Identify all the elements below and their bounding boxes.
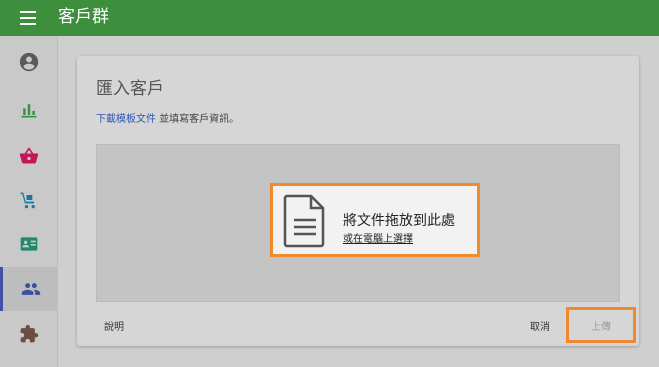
instruction-text: 並填寫客戶資訊。 — [156, 114, 240, 125]
drop-target[interactable]: 將文件拖放到此處 或在電腦上選擇 — [270, 183, 480, 257]
import-instruction: 下載模板文件 並填寫客戶資訊。 — [96, 110, 239, 125]
contact-card-icon — [20, 237, 38, 251]
upload-button[interactable]: 上傳 — [566, 307, 636, 343]
hand-truck-icon — [20, 192, 35, 209]
cancel-button[interactable]: 取消 — [530, 318, 550, 333]
basket-icon — [19, 147, 39, 164]
sidebar-item-delivery[interactable] — [0, 178, 58, 222]
choose-file-link[interactable]: 或在電腦上選擇 — [343, 230, 413, 245]
sidebar-item-customers[interactable] — [0, 267, 58, 311]
import-customers-dialog: 匯入客戶 下載模板文件 並填寫客戶資訊。 將文件拖放到此處 或在電腦上選擇 說明… — [77, 56, 639, 346]
file-dropzone[interactable]: 將文件拖放到此處 或在電腦上選擇 — [96, 144, 620, 302]
drop-files-text: 將文件拖放到此處 — [343, 213, 455, 229]
puzzle-icon — [20, 324, 39, 343]
bar-chart-icon — [21, 104, 37, 118]
sidebar-item-extensions[interactable] — [0, 312, 58, 356]
sidebar-item-account[interactable] — [0, 40, 58, 84]
top-app-bar: 客戶群 — [0, 0, 659, 36]
page-title: 客戶群 — [58, 7, 109, 27]
download-template-link[interactable]: 下載模板文件 — [96, 114, 156, 125]
document-icon — [283, 194, 325, 248]
menu-icon[interactable] — [20, 11, 36, 25]
people-icon — [21, 283, 40, 295]
dialog-title: 匯入客戶 — [96, 79, 164, 99]
sidebar-item-reports[interactable] — [0, 88, 58, 132]
account-circle-icon — [19, 52, 39, 72]
help-button[interactable]: 說明 — [104, 318, 124, 333]
sidebar-item-shop[interactable] — [0, 134, 58, 178]
sidebar-item-contact-card[interactable] — [0, 222, 58, 266]
sidebar — [0, 36, 58, 367]
